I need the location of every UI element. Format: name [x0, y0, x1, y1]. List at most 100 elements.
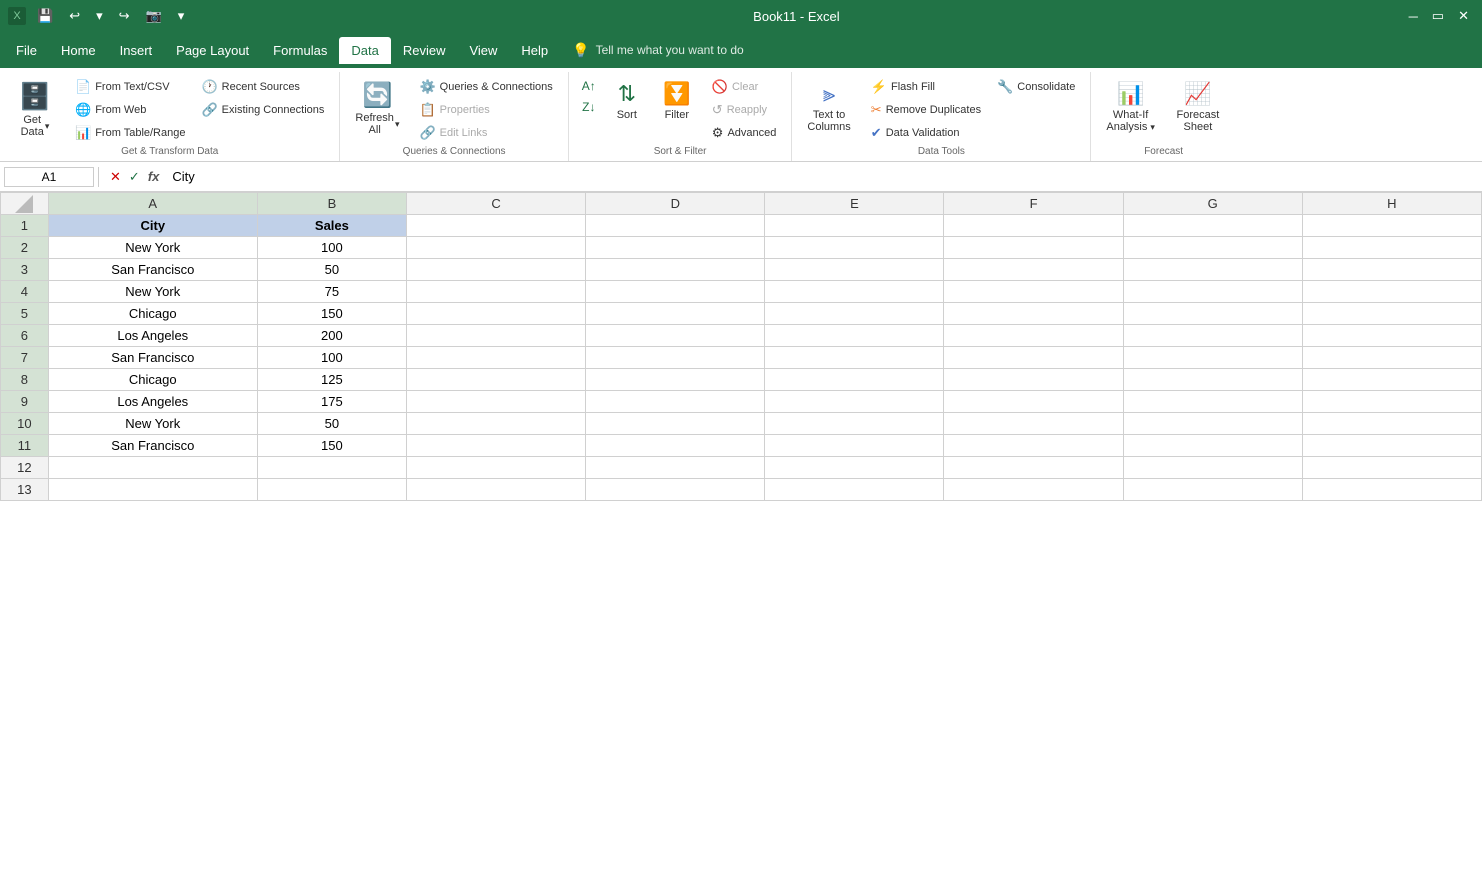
cell-A12[interactable]: [48, 457, 257, 479]
cell-G5[interactable]: [1123, 303, 1302, 325]
cell-C5[interactable]: [407, 303, 586, 325]
sort-za-button[interactable]: Z↓: [577, 97, 600, 117]
name-box[interactable]: [4, 167, 94, 187]
cell-E10[interactable]: [765, 413, 944, 435]
formula-confirm-icon[interactable]: ✓: [126, 168, 143, 186]
cell-E3[interactable]: [765, 259, 944, 281]
reapply-button[interactable]: ↺ Reapply: [705, 99, 784, 121]
cell-A1[interactable]: City: [48, 215, 257, 237]
refresh-all-button[interactable]: 🔄 RefreshAll ▾: [348, 76, 406, 142]
menu-view[interactable]: View: [457, 37, 509, 64]
spreadsheet-container[interactable]: A B C D E F G H 1CitySales2New York1003S…: [0, 192, 1482, 892]
cell-B7[interactable]: 100: [257, 347, 406, 369]
cell-B2[interactable]: 100: [257, 237, 406, 259]
cell-C7[interactable]: [407, 347, 586, 369]
cell-D1[interactable]: [586, 215, 765, 237]
cell-G6[interactable]: [1123, 325, 1302, 347]
cell-G13[interactable]: [1123, 479, 1302, 501]
cell-B3[interactable]: 50: [257, 259, 406, 281]
cell-F13[interactable]: [944, 479, 1123, 501]
cell-F9[interactable]: [944, 391, 1123, 413]
properties-button[interactable]: 📋 Properties: [412, 99, 559, 121]
col-header-d[interactable]: D: [586, 193, 765, 215]
cell-C1[interactable]: [407, 215, 586, 237]
cell-D12[interactable]: [586, 457, 765, 479]
cell-B1[interactable]: Sales: [257, 215, 406, 237]
row-number-10[interactable]: 10: [1, 413, 49, 435]
cell-B8[interactable]: 125: [257, 369, 406, 391]
sort-button[interactable]: ⇅ Sort: [605, 76, 649, 142]
cell-C10[interactable]: [407, 413, 586, 435]
row-number-13[interactable]: 13: [1, 479, 49, 501]
menu-page-layout[interactable]: Page Layout: [164, 37, 261, 64]
cell-C8[interactable]: [407, 369, 586, 391]
col-header-h[interactable]: H: [1302, 193, 1481, 215]
cell-A10[interactable]: New York: [48, 413, 257, 435]
cell-H13[interactable]: [1302, 479, 1481, 501]
undo-button[interactable]: ↩: [64, 6, 85, 26]
filter-button[interactable]: ⏬ Filter: [655, 76, 699, 142]
cell-B6[interactable]: 200: [257, 325, 406, 347]
cell-B10[interactable]: 50: [257, 413, 406, 435]
cell-A8[interactable]: Chicago: [48, 369, 257, 391]
row-number-8[interactable]: 8: [1, 369, 49, 391]
cell-B11[interactable]: 150: [257, 435, 406, 457]
consolidate-button[interactable]: 🔧 Consolidate: [990, 76, 1082, 98]
cell-C11[interactable]: [407, 435, 586, 457]
cell-G9[interactable]: [1123, 391, 1302, 413]
menu-help[interactable]: Help: [509, 37, 560, 64]
cell-G1[interactable]: [1123, 215, 1302, 237]
cell-C2[interactable]: [407, 237, 586, 259]
cell-H4[interactable]: [1302, 281, 1481, 303]
cell-A7[interactable]: San Francisco: [48, 347, 257, 369]
cell-F11[interactable]: [944, 435, 1123, 457]
row-number-5[interactable]: 5: [1, 303, 49, 325]
clear-button[interactable]: 🚫 Clear: [705, 76, 784, 98]
row-number-6[interactable]: 6: [1, 325, 49, 347]
cell-G10[interactable]: [1123, 413, 1302, 435]
cell-H8[interactable]: [1302, 369, 1481, 391]
cell-H7[interactable]: [1302, 347, 1481, 369]
from-web-button[interactable]: 🌐 From Web: [68, 99, 192, 121]
cell-E4[interactable]: [765, 281, 944, 303]
cell-E6[interactable]: [765, 325, 944, 347]
cell-G7[interactable]: [1123, 347, 1302, 369]
cell-E9[interactable]: [765, 391, 944, 413]
cell-H3[interactable]: [1302, 259, 1481, 281]
from-table-range-button[interactable]: 📊 From Table/Range: [68, 122, 192, 144]
cell-F7[interactable]: [944, 347, 1123, 369]
cell-H10[interactable]: [1302, 413, 1481, 435]
row-number-11[interactable]: 11: [1, 435, 49, 457]
cell-A4[interactable]: New York: [48, 281, 257, 303]
row-number-2[interactable]: 2: [1, 237, 49, 259]
cell-F12[interactable]: [944, 457, 1123, 479]
cell-G8[interactable]: [1123, 369, 1302, 391]
cell-C4[interactable]: [407, 281, 586, 303]
advanced-button[interactable]: ⚙ Advanced: [705, 122, 784, 144]
redo-button[interactable]: ↪: [114, 6, 135, 26]
existing-connections-button[interactable]: 🔗 Existing Connections: [194, 99, 331, 121]
minimize-button[interactable]: ─: [1404, 6, 1423, 26]
formula-cancel-icon[interactable]: ✕: [107, 168, 124, 186]
menu-formulas[interactable]: Formulas: [261, 37, 339, 64]
col-header-f[interactable]: F: [944, 193, 1123, 215]
cell-C6[interactable]: [407, 325, 586, 347]
save-button[interactable]: 💾: [32, 6, 58, 26]
cell-G2[interactable]: [1123, 237, 1302, 259]
col-header-g[interactable]: G: [1123, 193, 1302, 215]
camera-button[interactable]: 📷: [141, 6, 167, 26]
cell-C13[interactable]: [407, 479, 586, 501]
cell-H6[interactable]: [1302, 325, 1481, 347]
col-header-e[interactable]: E: [765, 193, 944, 215]
cell-B9[interactable]: 175: [257, 391, 406, 413]
cell-D5[interactable]: [586, 303, 765, 325]
col-header-c[interactable]: C: [407, 193, 586, 215]
menu-home[interactable]: Home: [49, 37, 108, 64]
cell-E13[interactable]: [765, 479, 944, 501]
cell-H2[interactable]: [1302, 237, 1481, 259]
cell-B4[interactable]: 75: [257, 281, 406, 303]
cell-E7[interactable]: [765, 347, 944, 369]
cell-B5[interactable]: 150: [257, 303, 406, 325]
cell-H1[interactable]: [1302, 215, 1481, 237]
cell-F3[interactable]: [944, 259, 1123, 281]
